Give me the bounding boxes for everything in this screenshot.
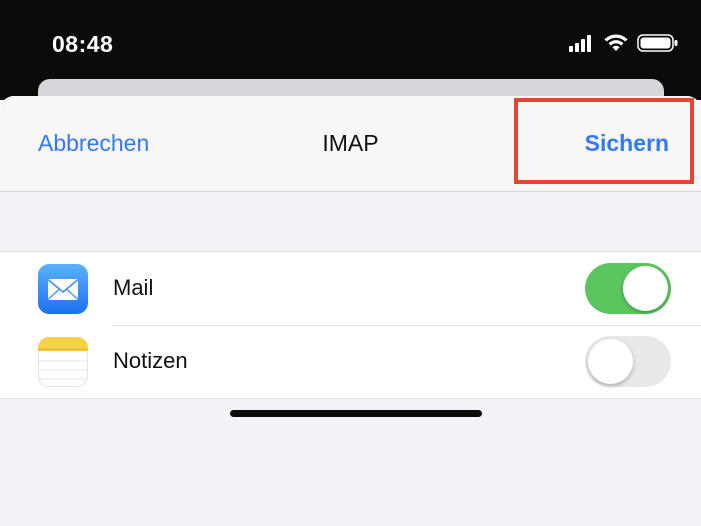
notes-app-icon — [38, 337, 88, 387]
wifi-icon — [604, 34, 628, 51]
toggle-knob — [623, 266, 668, 311]
notes-toggle[interactable] — [585, 336, 671, 387]
status-icons — [569, 33, 679, 53]
imap-sheet: Abbrechen IMAP Sichern Mail Notizen — [0, 96, 701, 526]
mail-label: Mail — [113, 275, 154, 300]
list-item-notes: Notizen — [0, 325, 701, 398]
battery-icon — [637, 34, 678, 52]
toggle-knob — [588, 339, 633, 384]
navigation-bar: Abbrechen IMAP Sichern — [0, 96, 701, 192]
home-indicator[interactable] — [230, 410, 482, 417]
list-item-mail: Mail — [0, 252, 701, 325]
highlight-box — [514, 98, 694, 184]
status-time: 08:48 — [52, 31, 114, 57]
signal-icon — [569, 35, 591, 52]
mail-app-icon — [38, 264, 88, 314]
notes-label: Notizen — [113, 348, 188, 373]
account-services-list: Mail Notizen — [0, 251, 701, 399]
page-title: IMAP — [322, 130, 379, 156]
cancel-button[interactable]: Abbrechen — [38, 130, 149, 157]
mail-toggle[interactable] — [585, 263, 671, 314]
phone-screen: 08:48 Abbrechen IMAP Sichern Mail Notize… — [0, 0, 701, 526]
